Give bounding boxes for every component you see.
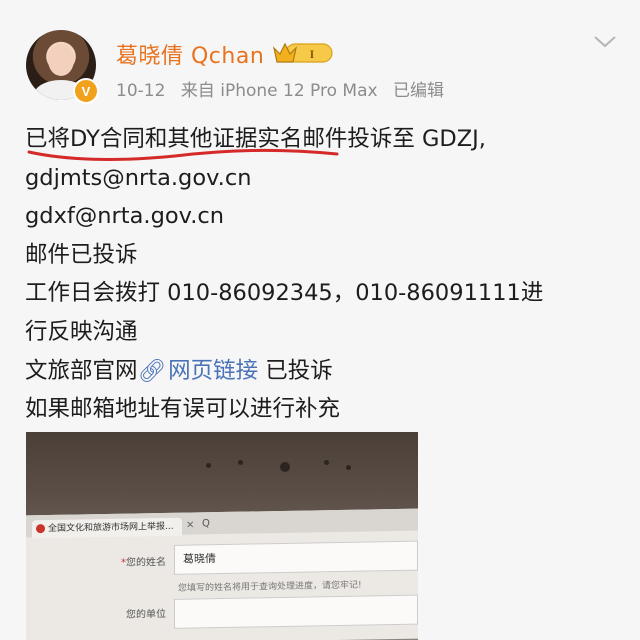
red-handdrawn-underline — [27, 148, 339, 161]
post-source: 来自 iPhone 12 Pro Max — [180, 81, 378, 101]
post-line: 行反映沟通 — [25, 318, 138, 345]
search-icon[interactable]: Q — [202, 518, 210, 529]
edited-label[interactable]: 已编辑 — [393, 81, 444, 101]
post-line: 已将DY合同和其他证据实 名邮件投诉至 GDZJ, — [25, 120, 625, 161]
browser-tab[interactable]: 全国文化和旅游市场网上举报... — [32, 517, 182, 539]
attached-photo[interactable]: 全国文化和旅游市场网上举报... × Q *您的姓名 葛晓倩 您填写的姓名将用于… — [26, 432, 418, 640]
tab-close-icon[interactable]: × — [186, 519, 194, 530]
name-hint: 您填写的姓名将用于查询处理进度，请您牢记! — [178, 580, 362, 594]
browser-tab-bar: 全国文化和旅游市场网上举报... × Q — [26, 508, 418, 539]
name-label-text: 您的姓名 — [126, 556, 166, 569]
username[interactable]: 葛晓倩 Qchan — [116, 38, 264, 70]
post-line: 文旅部官网🔗︎网页链接 已投诉 — [25, 352, 625, 391]
bezel-dot — [346, 465, 351, 470]
laptop-screen: 全国文化和旅游市场网上举报... × Q *您的姓名 葛晓倩 您填写的姓名将用于… — [26, 508, 418, 640]
vip-crown-level-icon[interactable]: I — [272, 40, 334, 66]
post-text: 已将DY合同和其他证据实 名邮件投诉至 GDZJ, gdjmts@nrta.go… — [25, 120, 625, 429]
bezel-dot — [324, 460, 329, 465]
level-badge-text: I — [310, 47, 315, 61]
web-link[interactable]: 网页链接 — [168, 358, 258, 384]
post-line: 如果邮箱地址有误可以进行补充 — [25, 396, 341, 423]
post-line-7-prefix: 文旅部官网 — [25, 357, 138, 384]
underlined-text: 已将DY合同和其他证据实 — [25, 120, 339, 161]
verified-badge-icon: V — [73, 78, 99, 104]
post-line-7-suffix: 已投诉 — [258, 357, 333, 384]
avatar-face — [48, 44, 74, 76]
browser-tab-title: 全国文化和旅游市场网上举报... — [48, 521, 174, 535]
name-label: *您的姓名 — [121, 556, 166, 569]
favicon-icon — [36, 524, 45, 534]
webcam-icon — [280, 462, 290, 472]
unit-input[interactable] — [174, 594, 418, 629]
weibo-post: V 葛晓倩 Qchan I 10-12 来自 iPhone 12 Pro Max… — [0, 0, 640, 640]
post-date: 10-12 — [116, 81, 166, 101]
phone-numbers-line: 工作日会拨打 010-86092345，010-86091111进 — [25, 280, 544, 307]
bezel-dot — [206, 463, 211, 468]
post-line: 邮件已投诉 — [25, 241, 138, 268]
post-meta: 10-12 来自 iPhone 12 Pro Max 已编辑 — [116, 76, 454, 101]
bezel-dot — [238, 460, 243, 465]
unit-label: 您的单位 — [126, 608, 166, 621]
link-icon[interactable]: 🔗︎ — [138, 358, 167, 384]
name-input[interactable]: 葛晓倩 — [174, 540, 418, 575]
chevron-down-icon[interactable] — [592, 34, 618, 50]
email-address-2[interactable]: gdxf@nrta.gov.cn — [25, 197, 625, 236]
